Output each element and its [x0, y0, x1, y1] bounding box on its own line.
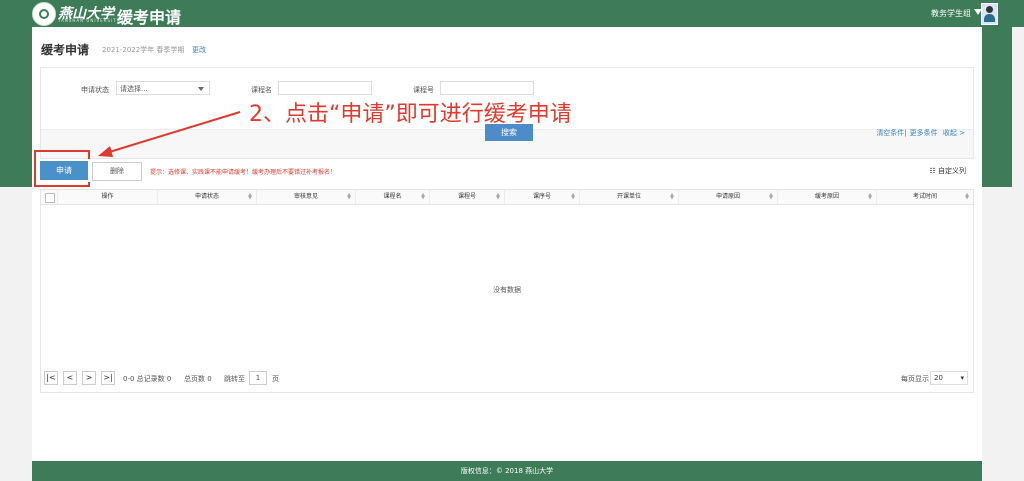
- footer: 版权信息：© 2018 燕山大学: [32, 461, 982, 481]
- annotation-arrow: [98, 111, 241, 157]
